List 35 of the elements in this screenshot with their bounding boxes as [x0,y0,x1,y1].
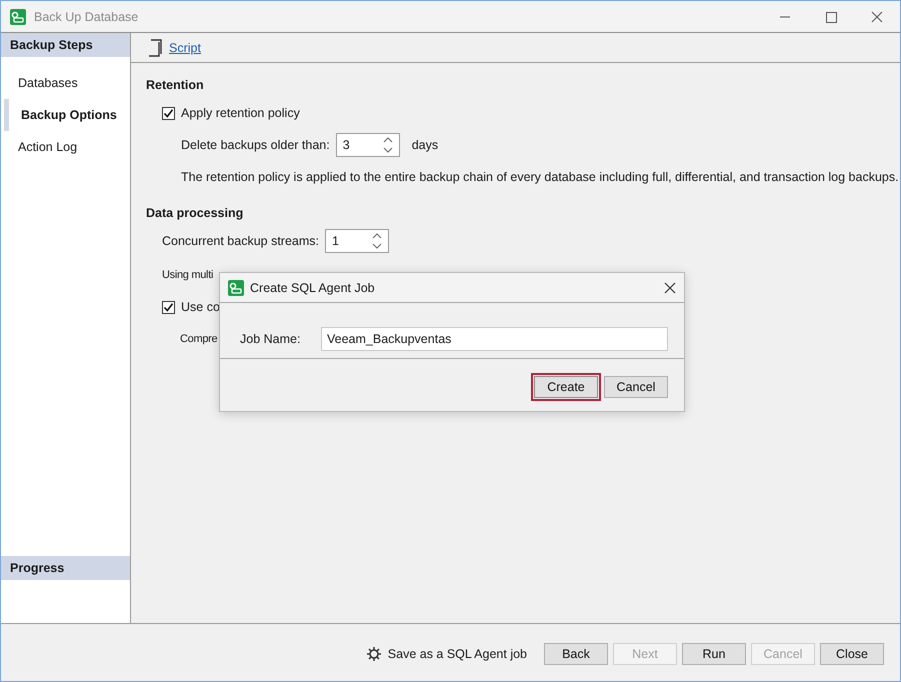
back-button[interactable]: Back [544,642,608,664]
unit-label: days [412,138,438,152]
section-heading: Retention [146,77,205,94]
field-label: Concurrent backup streams: [162,234,320,248]
job-name-label: Job Name: [240,332,302,346]
cancel-button[interactable]: Cancel [604,376,668,398]
sidebar-header: Backup Steps [1,33,130,57]
streams-spinner[interactable]: 1 [325,229,390,253]
checkbox-label: Apply retention policy [181,106,300,120]
script-icon [147,38,163,56]
progress-header: Progress [1,556,130,580]
gear-icon [366,646,382,662]
compression-checkbox[interactable] [162,300,175,314]
sidebar-item[interactable]: Databases [1,67,130,99]
checkbox-label: Use co [181,300,220,314]
streams-note: Using multi [162,269,214,281]
app-icon [228,280,244,296]
save-job-link[interactable]: Save as a SQL Agent job [388,646,527,660]
retention-checkbox[interactable] [162,106,175,120]
run-button[interactable]: Run [682,642,746,664]
field-label: Delete backups older than: [181,138,330,152]
retention-note: The retention policy is applied to the entire backup chain of every database including full, differential, and transaction log backups. [181,170,899,184]
sidebar-item[interactable]: Action Log [1,131,130,163]
app-icon [10,8,26,24]
close-icon[interactable] [664,282,676,294]
script-link[interactable]: Script [169,40,201,54]
days-spinner[interactable]: 3 [336,133,400,157]
window-title: Back Up Database [34,10,140,24]
dialog-title: Create SQL Agent Job [250,280,376,294]
create-button[interactable]: Create [534,376,598,398]
section-heading: Data processing [146,205,244,222]
sidebar-item[interactable]: Backup Options [4,99,130,131]
field-label: Compre [180,333,218,345]
job-name-field[interactable]: Veeam_Backupventas [321,327,668,351]
close-button[interactable]: Close [820,642,884,664]
